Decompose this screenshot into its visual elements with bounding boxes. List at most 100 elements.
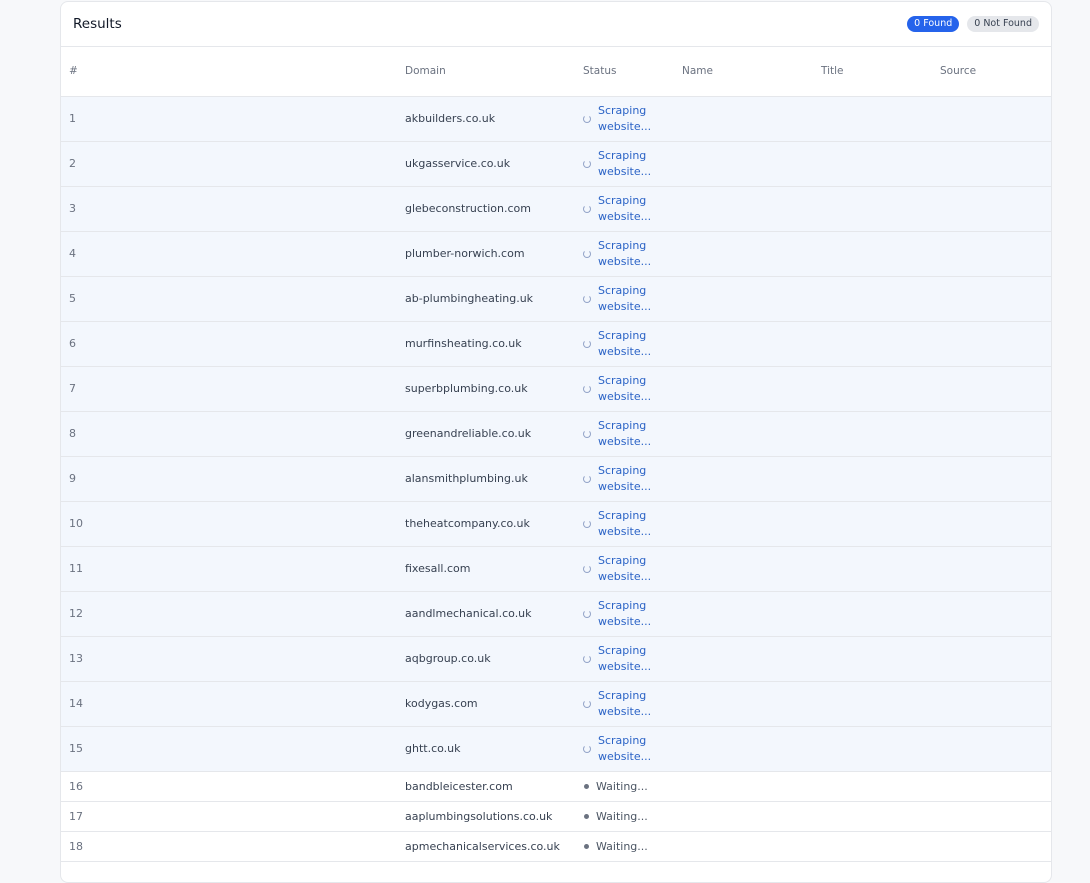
results-title: Results [73,16,122,32]
status-scraping-text: Scraping website... [598,688,658,720]
row-domain: superbplumbing.co.uk [405,382,528,395]
row-status: Scraping website... [583,238,658,270]
row-domain: kodygas.com [405,697,478,710]
status-line-1: Scraping [598,374,647,387]
found-count-badge[interactable]: 0 Found [907,16,960,32]
row-number: 9 [69,472,76,485]
status-scraping-text: Scraping website... [598,328,658,360]
row-number: 10 [69,517,83,530]
row-status: Waiting... [583,840,648,853]
table-row[interactable]: 13 aqbgroup.co.uk Scraping website... [61,637,1051,682]
row-number: 13 [69,652,83,665]
row-domain: aaplumbingsolutions.co.uk [405,810,553,823]
table-row[interactable]: 9 alansmithplumbing.uk Scraping website... [61,457,1051,502]
status-line-2: website... [598,345,652,358]
row-domain: plumber-norwich.com [405,247,525,260]
table-row[interactable]: 8 greenandreliable.co.uk Scraping website..… [61,412,1051,457]
column-header-title: Title [821,65,844,77]
status-line-2: website... [598,255,652,268]
row-domain: apmechanicalservices.co.uk [405,840,560,853]
status-scraping-text: Scraping website... [598,103,658,135]
row-status: Scraping website... [583,373,658,405]
row-status: Scraping website... [583,688,658,720]
status-scraping-text: Scraping website... [598,238,658,270]
table-header: # Domain Status Name Title Source [61,47,1051,97]
spinner-icon [583,160,591,168]
row-domain: fixesall.com [405,562,471,575]
status-line-1: Scraping [598,194,647,207]
table-row[interactable]: 7 superbplumbing.co.uk Scraping website... [61,367,1051,412]
row-status: Scraping website... [583,148,658,180]
row-domain: alansmithplumbing.uk [405,472,528,485]
row-domain: ukgasservice.co.uk [405,157,511,170]
row-status: Scraping website... [583,283,658,315]
status-scraping-text: Scraping website... [598,508,658,540]
column-header-name: Name [682,65,713,77]
table-row[interactable]: 4 plumber-norwich.com Scraping website... [61,232,1051,277]
status-scraping-text: Scraping website... [598,283,658,315]
table-row[interactable]: 16 bandbleicester.com Waiting... [61,772,1051,802]
spinner-icon [583,205,591,213]
not-found-count-badge[interactable]: 0 Not Found [967,16,1039,32]
status-scraping-text: Scraping website... [598,463,658,495]
row-number: 12 [69,607,83,620]
status-scraping-text: Scraping website... [598,553,658,585]
spinner-icon [583,565,591,573]
table-row[interactable]: 12 aandlmechanical.co.uk Scraping website..… [61,592,1051,637]
spinner-icon [583,250,591,258]
status-waiting-text: Waiting... [596,810,648,823]
row-domain: greenandreliable.co.uk [405,427,532,440]
row-status: Scraping website... [583,193,658,225]
row-number: 17 [69,810,83,823]
row-status: Waiting... [583,780,648,793]
table-row[interactable]: 1 akbuilders.co.uk Scraping website... [61,97,1051,142]
row-number: 4 [69,247,76,260]
status-line-2: website... [598,480,652,493]
dot-icon [584,814,589,819]
row-domain: aqbgroup.co.uk [405,652,491,665]
row-number: 16 [69,780,83,793]
table-row[interactable]: 5 ab-plumbingheating.uk Scraping website... [61,277,1051,322]
status-line-2: website... [598,390,652,403]
table-row[interactable]: 17 aaplumbingsolutions.co.uk Waiting... [61,802,1051,832]
table-row[interactable]: 6 murfinsheating.co.uk Scraping website... [61,322,1051,367]
spinner-icon [583,340,591,348]
row-status: Scraping website... [583,598,658,630]
row-status: Scraping website... [583,553,658,585]
status-line-1: Scraping [598,599,647,612]
spinner-icon [583,295,591,303]
status-line-2: website... [598,525,652,538]
status-line-2: website... [598,435,652,448]
column-header-number: # [69,65,78,77]
result-badges: 0 Found 0 Not Found [907,16,1039,32]
row-status: Waiting... [583,810,648,823]
status-line-2: website... [598,570,652,583]
status-line-1: Scraping [598,464,647,477]
table-row[interactable]: 11 fixesall.com Scraping website... [61,547,1051,592]
status-line-1: Scraping [598,689,647,702]
table-row[interactable]: 14 kodygas.com Scraping website... [61,682,1051,727]
table-row[interactable]: 15 ghtt.co.uk Scraping website... [61,727,1051,772]
spinner-icon [583,115,591,123]
table-row[interactable]: 3 glebeconstruction.com Scraping website... [61,187,1051,232]
row-domain: akbuilders.co.uk [405,112,496,125]
table-row[interactable]: 10 theheatcompany.co.uk Scraping website... [61,502,1051,547]
row-status: Scraping website... [583,463,658,495]
spinner-icon [583,610,591,618]
status-line-1: Scraping [598,644,647,657]
status-line-2: website... [598,660,652,673]
table-row[interactable]: 2 ukgasservice.co.uk Scraping website... [61,142,1051,187]
status-line-2: website... [598,210,652,223]
row-status: Scraping website... [583,418,658,450]
column-header-source: Source [940,65,977,77]
table-row[interactable]: 18 apmechanicalservices.co.uk Waiting... [61,832,1051,862]
spinner-icon [583,520,591,528]
status-line-1: Scraping [598,329,647,342]
row-number: 8 [69,427,76,440]
status-line-1: Scraping [598,104,647,117]
status-line-2: website... [598,615,652,628]
status-line-1: Scraping [598,239,647,252]
row-number: 1 [69,112,76,125]
row-domain: ghtt.co.uk [405,742,461,755]
row-domain: glebeconstruction.com [405,202,531,215]
